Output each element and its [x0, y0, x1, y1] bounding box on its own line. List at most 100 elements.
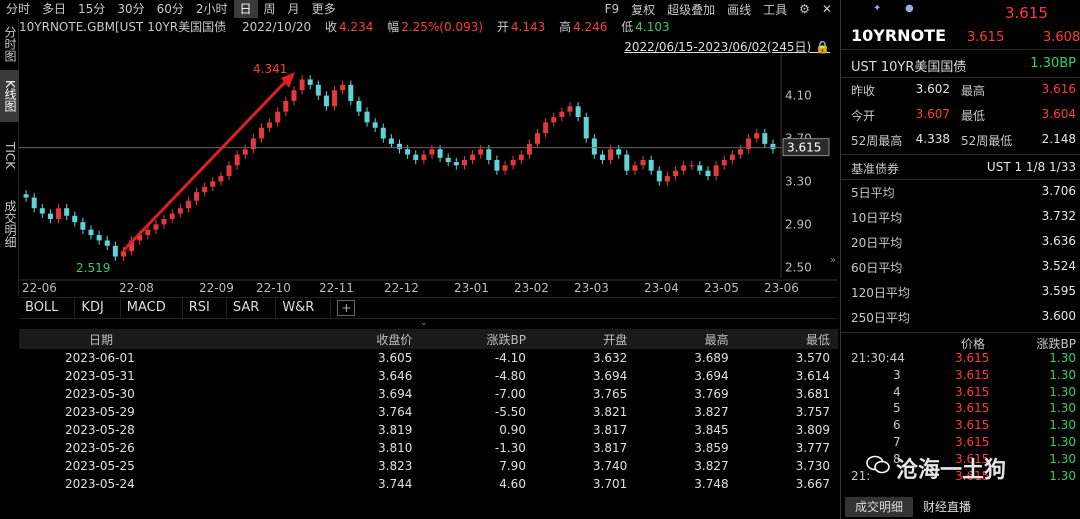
tab-tick[interactable]: TICK	[0, 122, 19, 190]
candle-body	[591, 138, 597, 155]
period-tab-0[interactable]: 分时	[0, 0, 36, 18]
candle-body	[364, 111, 370, 123]
x-tick-label: 22-06	[22, 281, 57, 295]
candle-body	[161, 218, 167, 225]
column-header[interactable]: 收盘价	[315, 329, 421, 349]
indicator-tab-3[interactable]: RSI	[183, 297, 227, 319]
candle-body	[453, 162, 459, 166]
table-cell: 3.809	[795, 423, 830, 437]
column-header[interactable]: 涨跌BP	[420, 329, 534, 349]
settings-icon[interactable]: ⚙	[793, 2, 816, 16]
candle-body	[202, 186, 208, 193]
y-tick-label: 4.10	[785, 89, 812, 103]
table-row[interactable]: 2023-06-01 3.605 -4.10 3.632 3.689 3.570	[19, 349, 838, 367]
bottom-tab-0[interactable]: 成交明细	[845, 497, 914, 517]
table-row[interactable]: 2023-05-29 3.764 -5.50 3.821 3.827 3.757	[19, 403, 838, 421]
period-tab-1[interactable]: 多日	[36, 0, 72, 18]
table-cell: -5.50	[494, 405, 526, 419]
table-cell: -4.10	[494, 351, 526, 365]
candle-body	[177, 208, 183, 214]
close-label: 收	[324, 20, 337, 34]
candle-body	[112, 245, 118, 257]
table-row[interactable]: 2023-05-28 3.819 0.90 3.817 3.845 3.809	[19, 421, 838, 439]
tick-time: 6	[893, 418, 901, 433]
candle-body	[413, 154, 419, 160]
column-header[interactable]: 日期	[19, 329, 316, 349]
quote-date: 2022/10/20	[241, 20, 312, 34]
table-row[interactable]: 2023-05-25 3.823 7.90 3.740 3.827 3.730	[19, 457, 838, 475]
candle-body	[762, 133, 768, 144]
candle-body	[437, 149, 443, 158]
tab-kline[interactable]: K线图	[0, 70, 19, 122]
candle-body	[145, 229, 151, 236]
indicator-tab-1[interactable]: KDJ	[75, 297, 121, 319]
period-tab-9[interactable]: 更多	[306, 0, 342, 18]
tick-header-price: 价格	[961, 337, 986, 351]
bell-icon[interactable]: ●	[905, 3, 914, 14]
pin-icon[interactable]: ✦	[873, 3, 881, 14]
table-row[interactable]: 2023-05-30 3.694 -7.00 3.765 3.769 3.681	[19, 385, 838, 403]
tab-trade-detail[interactable]: 成交明细	[0, 190, 19, 258]
indicator-tab-5[interactable]: W&R	[276, 297, 332, 319]
kline-chart[interactable]: 4.103.703.302.902.5022-0622-0822-0922-10…	[19, 18, 838, 296]
period-tab-2[interactable]: 15分	[72, 0, 111, 18]
tick-time: 3	[893, 367, 901, 382]
average-value: 3.636	[1041, 234, 1076, 248]
collapse-arrow-icon[interactable]: ⌄	[420, 318, 428, 328]
toolbar-menu-4[interactable]: 工具	[757, 1, 793, 18]
period-tab-6[interactable]: 日	[233, 0, 258, 18]
table-cell: 2023-05-28	[65, 423, 135, 437]
table-cell: 3.646	[378, 369, 413, 383]
table-row[interactable]: 2023-05-31 3.646 -4.80 3.694 3.694 3.614	[19, 367, 838, 385]
indicator-tab-2[interactable]: MACD	[121, 297, 183, 319]
column-header[interactable]: 开盘	[533, 329, 636, 349]
toolbar-menu-1[interactable]: 复权	[625, 1, 661, 18]
tick-price: 3.615	[955, 384, 990, 399]
add-indicator-button[interactable]: +	[337, 300, 356, 316]
toolbar-menu-3[interactable]: 画线	[721, 1, 757, 18]
tick-time: 7	[893, 435, 901, 449]
lock-icon[interactable]: 🔒	[815, 40, 830, 54]
high-label: 高	[559, 20, 572, 34]
candle-body	[754, 133, 760, 139]
candle-body	[713, 165, 719, 177]
toolbar-menu-2[interactable]: 超级叠加	[661, 1, 721, 18]
table-row[interactable]: 2023-05-26 3.810 -1.30 3.817 3.859 3.777	[19, 439, 838, 457]
kline-chart-panel[interactable]: 4.103.703.302.902.5022-0622-0822-0922-10…	[19, 18, 838, 296]
tick-price: 3.615	[955, 367, 990, 382]
average-value: 3.524	[1041, 259, 1076, 273]
column-header[interactable]: 最高	[635, 329, 737, 349]
table-cell: -4.80	[494, 369, 526, 383]
table-cell: 3.570	[795, 351, 830, 365]
candle-body	[323, 95, 329, 107]
indicator-tab-0[interactable]: BOLL	[19, 297, 76, 319]
candle-body	[332, 90, 338, 107]
open-label: 开	[496, 20, 509, 34]
table-cell: 3.821	[592, 405, 628, 419]
bottom-tab-1[interactable]: 财经直播	[913, 497, 981, 517]
expand-arrow-icon[interactable]: »	[830, 255, 836, 266]
tab-timeshare[interactable]: 分时图	[0, 18, 19, 70]
stat-value: 2.148	[1041, 132, 1076, 146]
toolbar-menu-0[interactable]: F9	[599, 2, 626, 16]
stat-label: 52周最高	[851, 134, 903, 148]
candle-body	[23, 194, 29, 198]
candle-body	[80, 222, 86, 230]
period-tab-5[interactable]: 2小时	[190, 0, 234, 18]
table-row[interactable]: 2023-05-24 3.744 4.60 3.701 3.748 3.667	[19, 475, 838, 493]
indicator-tab-4[interactable]: SAR	[227, 297, 277, 319]
period-tab-7[interactable]: 周	[258, 0, 282, 18]
x-tick-label: 22-11	[319, 281, 354, 295]
candle-body	[72, 215, 78, 223]
history-table-panel: 日期 收盘价 涨跌BP 开盘 最高 最低 2023-06-01 3.605 -4.10 3.63…	[19, 329, 838, 519]
watermark: 沧海一土狗	[896, 458, 1007, 483]
candle-body	[461, 159, 467, 166]
period-tab-4[interactable]: 60分	[151, 0, 190, 18]
date-range[interactable]: 2022/06/15-2023/06/02(245日) 🔒	[624, 38, 830, 55]
quote-detail-panel: ✦ ● 3.615 10YRNOTE 3.615 3.608 UST 10YR美…	[840, 0, 1080, 519]
column-header[interactable]: 最低	[736, 329, 838, 349]
period-tab-3[interactable]: 30分	[111, 0, 150, 18]
close-icon[interactable]: ✕	[816, 2, 838, 16]
period-tab-8[interactable]: 月	[282, 0, 306, 18]
candle-body	[258, 127, 264, 139]
